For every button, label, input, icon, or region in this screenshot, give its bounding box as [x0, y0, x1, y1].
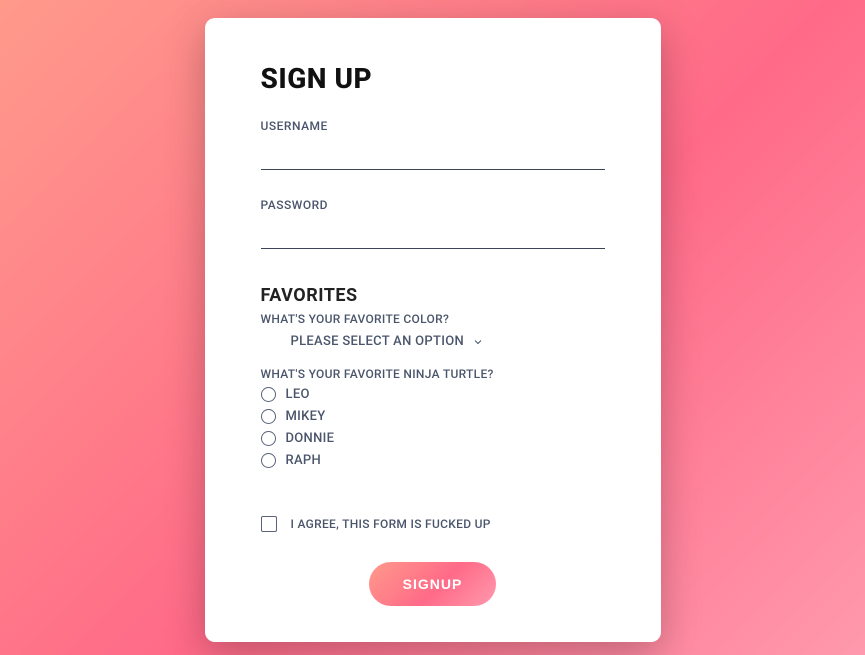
turtle-radio-label: DONNIE [286, 431, 335, 446]
radio-icon [261, 387, 276, 402]
turtle-radio-label: RAPH [286, 453, 322, 468]
radio-icon [261, 453, 276, 468]
submit-row: SIGNUP [261, 562, 605, 606]
username-label: USERNAME [261, 119, 605, 133]
password-input[interactable] [261, 218, 605, 249]
username-input[interactable] [261, 139, 605, 170]
turtle-radio-leo[interactable]: LEO [261, 387, 605, 402]
favorite-color-select[interactable]: PLEASE SELECT AN OPTION [261, 334, 605, 349]
turtle-radio-mikey[interactable]: MIKEY [261, 409, 605, 424]
signup-button[interactable]: SIGNUP [369, 562, 497, 606]
turtle-radio-donnie[interactable]: DONNIE [261, 431, 605, 446]
turtle-radio-label: MIKEY [286, 409, 326, 424]
favorites-heading: FAVORITES [261, 285, 605, 306]
checkbox-icon [261, 516, 277, 532]
password-label: PASSWORD [261, 198, 605, 212]
signup-card: SIGN UP USERNAME PASSWORD FAVORITES WHAT… [205, 18, 661, 642]
page-title: SIGN UP [261, 62, 605, 95]
password-group: PASSWORD [261, 198, 605, 249]
turtle-radio-list: LEO MIKEY DONNIE RAPH [261, 387, 605, 468]
radio-icon [261, 431, 276, 446]
favorite-color-selected: PLEASE SELECT AN OPTION [291, 334, 464, 349]
favorite-turtle-question: WHAT'S YOUR FAVORITE NINJA TURTLE? [261, 367, 605, 381]
favorite-color-question: WHAT'S YOUR FAVORITE COLOR? [261, 312, 605, 326]
agree-checkbox[interactable]: I AGREE, THIS FORM IS FUCKED UP [261, 516, 605, 532]
radio-icon [261, 409, 276, 424]
turtle-radio-raph[interactable]: RAPH [261, 453, 605, 468]
chevron-down-icon [472, 336, 484, 348]
agree-label: I AGREE, THIS FORM IS FUCKED UP [291, 517, 491, 531]
username-group: USERNAME [261, 119, 605, 170]
turtle-radio-label: LEO [286, 387, 310, 402]
